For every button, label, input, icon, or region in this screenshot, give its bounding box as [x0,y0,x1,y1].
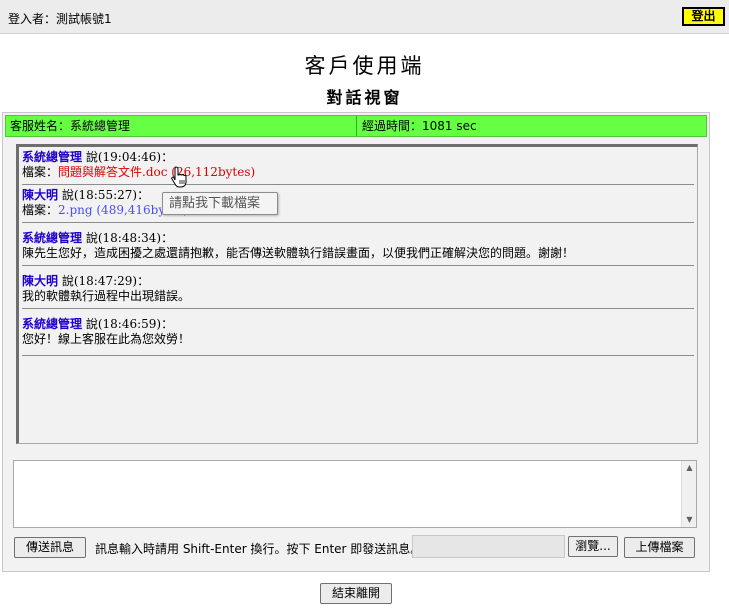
message-body: 我的軟體執行過程中出現錯誤。 [22,289,191,303]
message-item: 系統總管理 說(18:46:59)： 您好！線上客服在此為您效勞！ [22,309,694,356]
input-scrollbar[interactable]: ▲ ▼ [681,461,696,527]
message-sender: 系統總管理 [22,317,83,331]
message-sender: 陳大明 [22,188,59,202]
message-item: 系統總管理 說(19:04:46)： 檔案：問題與解答文件.doc (26,11… [22,147,694,185]
elapsed-time-label: 經過時間：1081 sec [362,119,477,133]
send-message-button[interactable]: 傳送訊息 [14,537,86,558]
scroll-up-icon[interactable]: ▲ [682,461,697,475]
file-path-field[interactable] [412,535,565,558]
message-sender: 陳大明 [22,274,59,288]
message-list[interactable]: 系統總管理 說(19:04:46)： 檔案：問題與解答文件.doc (26,11… [16,144,698,444]
message-time: 說(18:48:34)： [82,231,174,245]
message-time: 說(18:46:59)： [82,317,174,331]
message-time: 說(18:55:27)： [58,188,150,202]
message-sender: 系統總管理 [22,150,83,164]
logout-button[interactable]: 登出 [682,7,725,26]
message-input[interactable] [13,460,697,528]
scroll-down-icon[interactable]: ▼ [682,513,697,527]
message-file-prefix: 檔案： [22,203,59,217]
browse-button[interactable]: 瀏覽... [568,536,618,557]
page-title: 客戶使用端 [304,54,425,78]
input-hint: 訊息輸入時請用 Shift-Enter 換行。按下 Enter 即發送訊息。 [95,542,423,556]
top-bar: 登入者：測試帳號1 登出 [0,0,729,34]
info-bar: 客服姓名：系統總管理 經過時間：1081 sec [5,115,707,137]
message-body: 陳先生您好，造成困擾之處還請抱歉，能否傳送軟體執行錯誤畫面，以便我們正確解決您的… [22,246,575,260]
page-subtitle: 對話視窗 [326,88,403,107]
file-download-link[interactable]: 問題與解答文件.doc (26,112bytes) [58,165,255,179]
message-item: 系統總管理 說(18:48:34)： 陳先生您好，造成困擾之處還請抱歉，能否傳送… [22,223,694,266]
download-tooltip: 請點我下載檔案 [162,192,278,215]
message-body: 您好！線上客服在此為您效勞！ [22,332,191,346]
message-time: 說(19:04:46)： [82,150,174,164]
message-file-prefix: 檔案： [22,165,59,179]
message-sender: 系統總管理 [22,231,83,245]
message-time: 說(18:47:29)： [58,274,150,288]
login-user-label: 登入者：測試帳號1 [8,12,112,26]
upload-file-button[interactable]: 上傳檔案 [624,537,695,558]
end-chat-button[interactable]: 結束離開 [320,583,392,604]
message-item: 陳大明 說(18:47:29)： 我的軟體執行過程中出現錯誤。 [22,266,694,309]
message-item: 陳大明 說(18:55:27)： 檔案：2.png (489,416bytes) [22,185,694,223]
hand-cursor-icon [171,166,187,188]
agent-name-label: 客服姓名：系統總管理 [6,116,357,136]
